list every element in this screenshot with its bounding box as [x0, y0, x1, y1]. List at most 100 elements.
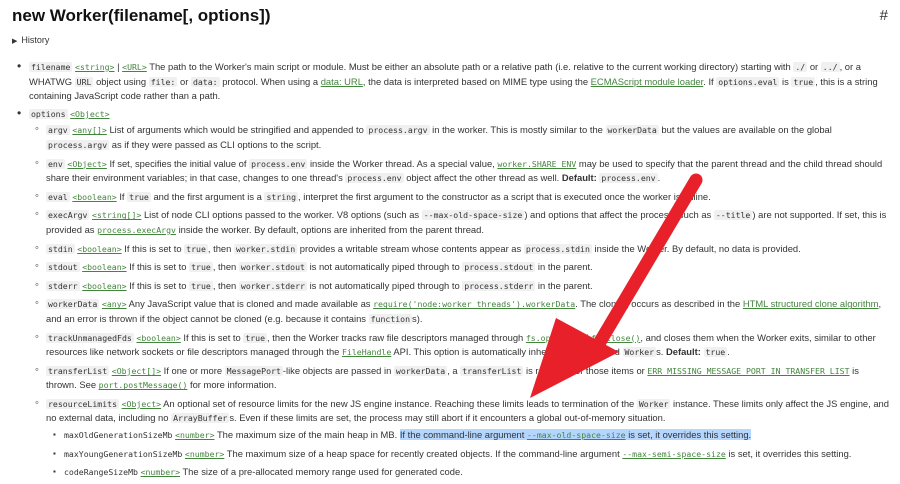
inline-code: options.eval: [716, 76, 780, 87]
param-list: filename <string> | <URL> The path to th…: [16, 60, 890, 480]
fs-open-link[interactable]: fs.open(): [526, 333, 570, 343]
max-old-space-size-link[interactable]: --max-old-space-size: [527, 430, 626, 440]
inline-code: function: [368, 313, 413, 324]
options-list: argv <any[]> List of arguments which wou…: [34, 123, 890, 479]
desc-text: If: [119, 190, 125, 202]
desc-text: An optional set of resource limits for t…: [163, 397, 635, 409]
type-link[interactable]: <any[]>: [72, 125, 107, 135]
structured-clone-link[interactable]: HTML structured clone algorithm: [743, 298, 879, 309]
type-link[interactable]: <any>: [102, 299, 127, 309]
inline-code: process.argv: [366, 125, 430, 136]
desc-text: , then the Worker tracks raw file descri…: [267, 331, 524, 343]
worker-data-link[interactable]: require('node:worker_threads').workerDat…: [373, 299, 575, 309]
type-link[interactable]: <string[]>: [92, 210, 141, 220]
option-env: env <Object> If set, specifies the initi…: [34, 157, 890, 186]
desc-text: is: [782, 75, 789, 87]
desc-text: or: [179, 75, 189, 87]
option-stdout: stdout <boolean> If this is set to true,…: [34, 260, 890, 275]
inline-code: --max-old-space-size: [421, 210, 525, 221]
desc-text: is not automatically piped through to: [309, 261, 460, 273]
desc-text: is set, it overrides this setting.: [628, 429, 752, 441]
doc-content: filename <string> | <URL> The path to th…: [16, 60, 890, 484]
option-execargv: execArgv <string[]> List of node CLI opt…: [34, 208, 890, 237]
type-link[interactable]: <number>: [175, 430, 214, 440]
type-link[interactable]: <Object>: [122, 399, 161, 409]
filehandle-link[interactable]: FileHandle: [342, 347, 391, 357]
limit-maxold: maxOldGenerationSizeMb <number> The maxi…: [52, 428, 890, 443]
inline-code: transferList: [460, 365, 524, 376]
desc-text: List of arguments which would be stringi…: [109, 124, 364, 136]
exec-argv-link[interactable]: process.execArgv: [97, 225, 176, 235]
anchor-link[interactable]: #: [880, 5, 888, 27]
desc-text: If this is set to: [129, 261, 187, 273]
inline-code: workerData: [605, 125, 659, 136]
option-name: eval: [46, 191, 70, 202]
data-url-link[interactable]: data: URL: [321, 76, 363, 87]
desc-text: s. Even if these limits are set, the pro…: [229, 412, 666, 424]
desc-text: Any JavaScript value that is cloned and …: [128, 298, 371, 310]
limit-coderange: codeRangeSizeMb <number> The size of a p…: [52, 465, 890, 480]
history-label: History: [21, 35, 50, 45]
desc-text: or: [809, 61, 819, 72]
fs-close-link[interactable]: fs.close(): [591, 333, 640, 343]
desc-text: in the parent.: [537, 279, 593, 291]
option-name: transferList: [46, 365, 110, 376]
desc-text: If set, specifies the initial value of: [109, 157, 247, 169]
inline-code: workerData: [393, 365, 448, 376]
inline-code: process.stderr: [462, 280, 536, 291]
inline-code: ./: [793, 62, 808, 72]
type-link[interactable]: <boolean>: [72, 192, 116, 202]
option-transferlist: transferList <Object[]> If one or more M…: [34, 364, 890, 393]
type-link[interactable]: <URL>: [122, 62, 147, 72]
desc-text: The path to the Worker's main script or …: [149, 61, 791, 72]
type-link[interactable]: <Object>: [67, 159, 106, 169]
post-message-link[interactable]: port.postMessage(): [99, 380, 188, 390]
desc-text: inside the Worker. By default, no data i…: [594, 242, 801, 254]
option-trackunmanagedfds: trackUnmanagedFds <boolean> If this is s…: [34, 331, 890, 360]
limit-name: maxYoungGenerationSizeMb: [64, 448, 183, 459]
desc-text: object using: [96, 75, 147, 87]
desc-text: If one or more: [163, 364, 223, 376]
type-link[interactable]: <boolean>: [82, 262, 126, 272]
desc-text: The maximum size of a heap space for rec…: [226, 447, 620, 459]
inline-code: true: [184, 243, 208, 254]
option-name: execArgv: [46, 210, 90, 221]
type-link[interactable]: <number>: [141, 467, 180, 477]
triangle-right-icon: ▶: [12, 38, 18, 45]
inline-code: process.argv: [46, 139, 110, 150]
inline-code: true: [791, 76, 816, 87]
desc-text: API. This option is automatically inheri…: [393, 346, 620, 358]
desc-text: and: [572, 331, 589, 343]
type-link[interactable]: <Object>: [70, 109, 109, 119]
inline-code: true: [243, 332, 268, 343]
option-name: workerData: [46, 299, 100, 310]
inline-code: process.env: [599, 173, 658, 184]
inline-code: Worker: [622, 347, 657, 358]
desc-text: for more information.: [189, 379, 277, 391]
resource-limits-list: maxOldGenerationSizeMb <number> The maxi…: [52, 428, 890, 480]
type-link[interactable]: <Object[]>: [112, 366, 161, 376]
share-env-link[interactable]: worker.SHARE_ENV: [497, 159, 576, 169]
selected-text: If the command-line argument --max-old-s…: [399, 429, 752, 441]
inline-code: data:: [190, 76, 220, 87]
desc-text: .: [657, 172, 661, 184]
type-link[interactable]: <boolean>: [77, 244, 121, 254]
type-link[interactable]: <boolean>: [136, 333, 180, 343]
limit-maxyoung: maxYoungGenerationSizeMb <number> The ma…: [52, 447, 890, 462]
inline-code: URL: [74, 76, 94, 87]
desc-text: as if they were passed as CLI options to…: [111, 138, 322, 150]
inline-code: MessagePort: [224, 365, 283, 376]
esm-loader-link[interactable]: ECMAScript module loader: [591, 76, 704, 87]
err-missing-port-link[interactable]: ERR_MISSING_MESSAGE_PORT_IN_TRANSFER_LIS…: [647, 366, 849, 376]
max-semi-space-size-link[interactable]: --max-semi-space-size: [622, 449, 726, 459]
type-link[interactable]: <boolean>: [82, 281, 126, 291]
option-argv: argv <any[]> List of arguments which wou…: [34, 123, 890, 152]
type-link[interactable]: <string>: [75, 62, 114, 72]
desc-text: is required for those items or: [526, 364, 645, 376]
history-toggle[interactable]: ▶ History: [12, 34, 49, 48]
default-label: Default:: [561, 172, 597, 184]
desc-text: protocol. When using a: [222, 75, 319, 87]
desc-text: is not automatically piped through to: [309, 279, 460, 291]
type-link[interactable]: <number>: [185, 449, 224, 459]
limit-name: maxOldGenerationSizeMb: [64, 430, 173, 441]
